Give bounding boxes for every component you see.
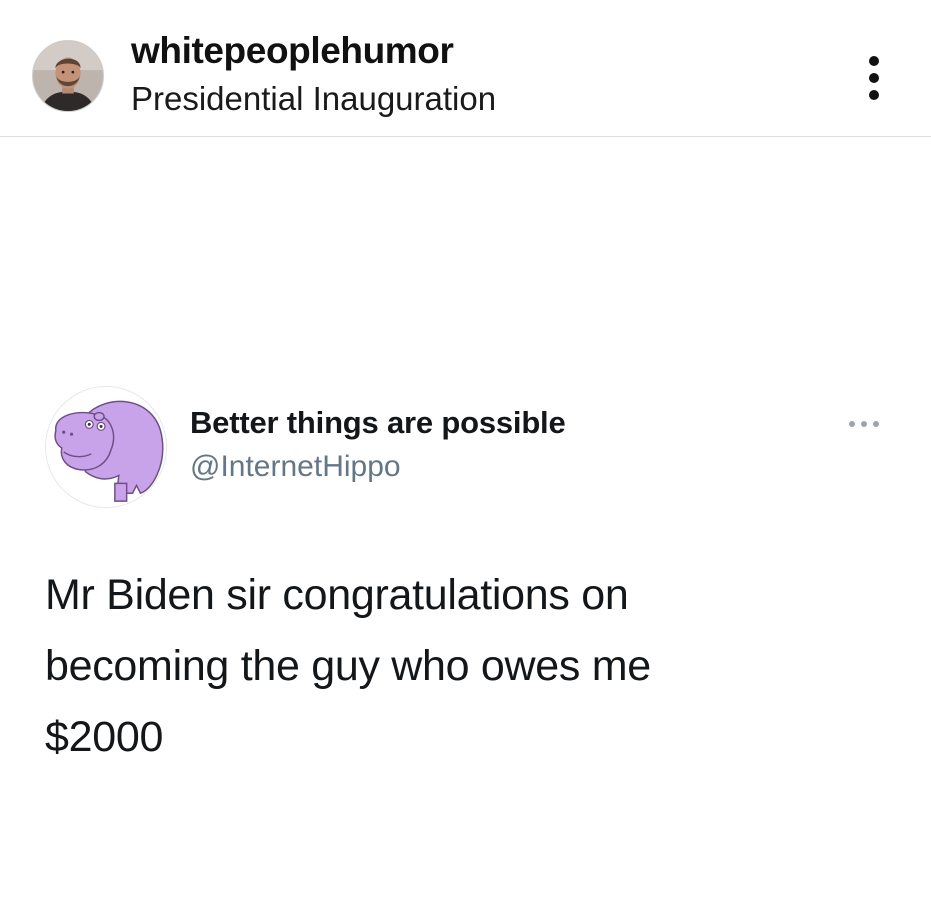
more-vertical-icon[interactable] — [862, 54, 886, 102]
tweet-text: Mr Biden sir congratulations on becoming… — [45, 560, 845, 773]
tweet-text-line: becoming the guy who owes me — [45, 642, 651, 690]
tweet-handle[interactable]: @InternetHippo — [190, 450, 401, 484]
instagram-post: whitepeoplehumor Presidential Inaugurati… — [0, 0, 931, 900]
post-header: whitepeoplehumor Presidential Inaugurati… — [0, 0, 931, 137]
purple-hippo-icon — [46, 387, 166, 507]
more-horizontal-icon[interactable] — [847, 418, 881, 430]
post-username[interactable]: whitepeoplehumor — [131, 30, 454, 72]
tweet-avatar — [45, 386, 167, 508]
tweet-text-line: Mr Biden sir congratulations on — [45, 571, 629, 619]
user-photo-icon — [33, 41, 103, 111]
post-location[interactable]: Presidential Inauguration — [131, 80, 496, 118]
tweet-text-line: $2000 — [45, 713, 164, 761]
tweet-display-name[interactable]: Better things are possible — [190, 405, 566, 441]
profile-avatar[interactable] — [32, 40, 104, 112]
